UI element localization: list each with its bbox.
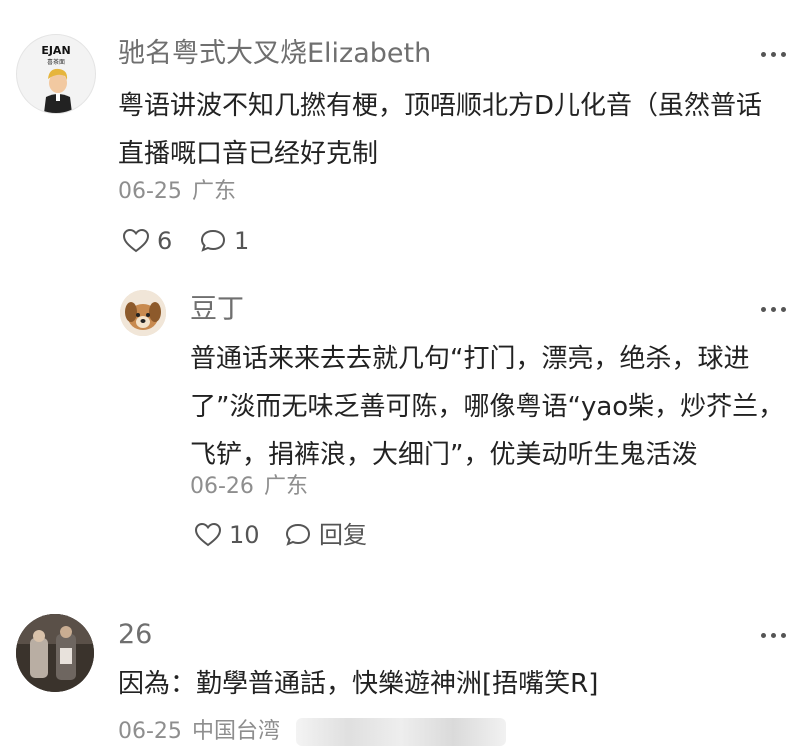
comment-meta: 06-25 广东 <box>118 181 246 203</box>
comment-text: 普通话来来去去就几句“打门，漂亮，绝杀，球进了”淡而无味乏善可陈，哪像粤语“ya… <box>190 344 785 470</box>
reply-button[interactable]: 1 <box>199 228 249 254</box>
heart-icon <box>194 522 222 547</box>
username[interactable]: 驰名粤式大叉烧Elizabeth <box>118 40 431 67</box>
like-button[interactable]: 10 <box>194 522 260 548</box>
username[interactable]: 26 <box>118 621 152 648</box>
more-options-icon[interactable] <box>761 52 786 57</box>
reply-label: 回复 <box>319 521 367 549</box>
like-count: 6 <box>157 227 173 255</box>
comment-location: 广东 <box>191 179 236 204</box>
like-button[interactable]: 6 <box>122 228 172 254</box>
more-options-icon[interactable] <box>761 307 786 312</box>
avatar[interactable] <box>16 614 94 692</box>
watermark <box>296 718 506 746</box>
comment-meta: 06-25 中国台湾 <box>118 721 290 743</box>
avatar[interactable] <box>120 290 166 336</box>
heart-icon <box>122 228 150 253</box>
avatar[interactable]: EJAN 喜茶面 <box>16 34 96 114</box>
comment-date: 06-25 <box>118 719 182 744</box>
avatar-figure-illustration <box>44 68 72 113</box>
comment-date: 06-25 <box>118 179 182 204</box>
comment-location: 广东 <box>263 474 308 499</box>
comment-text: 粤语讲波不知几撚有梗，顶唔顺北方D儿化音（虽然普话直播嘅口音已经好克制 <box>118 91 763 169</box>
comment-icon <box>200 229 226 252</box>
like-count: 10 <box>229 521 260 549</box>
avatar-photo <box>16 614 94 692</box>
username[interactable]: 豆丁 <box>190 296 244 323</box>
more-options-icon[interactable] <box>761 633 786 638</box>
dog-avatar-image <box>120 290 166 336</box>
comment-text: 因為：勤學普通話，快樂遊神洲[捂嘴笑R] <box>118 669 599 699</box>
comment-date: 06-26 <box>190 474 254 499</box>
comment-location: 中国台湾 <box>191 719 280 744</box>
reply-button[interactable]: 回复 <box>284 522 367 548</box>
comment-icon <box>285 523 311 546</box>
comment-meta: 06-26 广东 <box>190 476 318 498</box>
reply-count: 1 <box>234 227 250 255</box>
